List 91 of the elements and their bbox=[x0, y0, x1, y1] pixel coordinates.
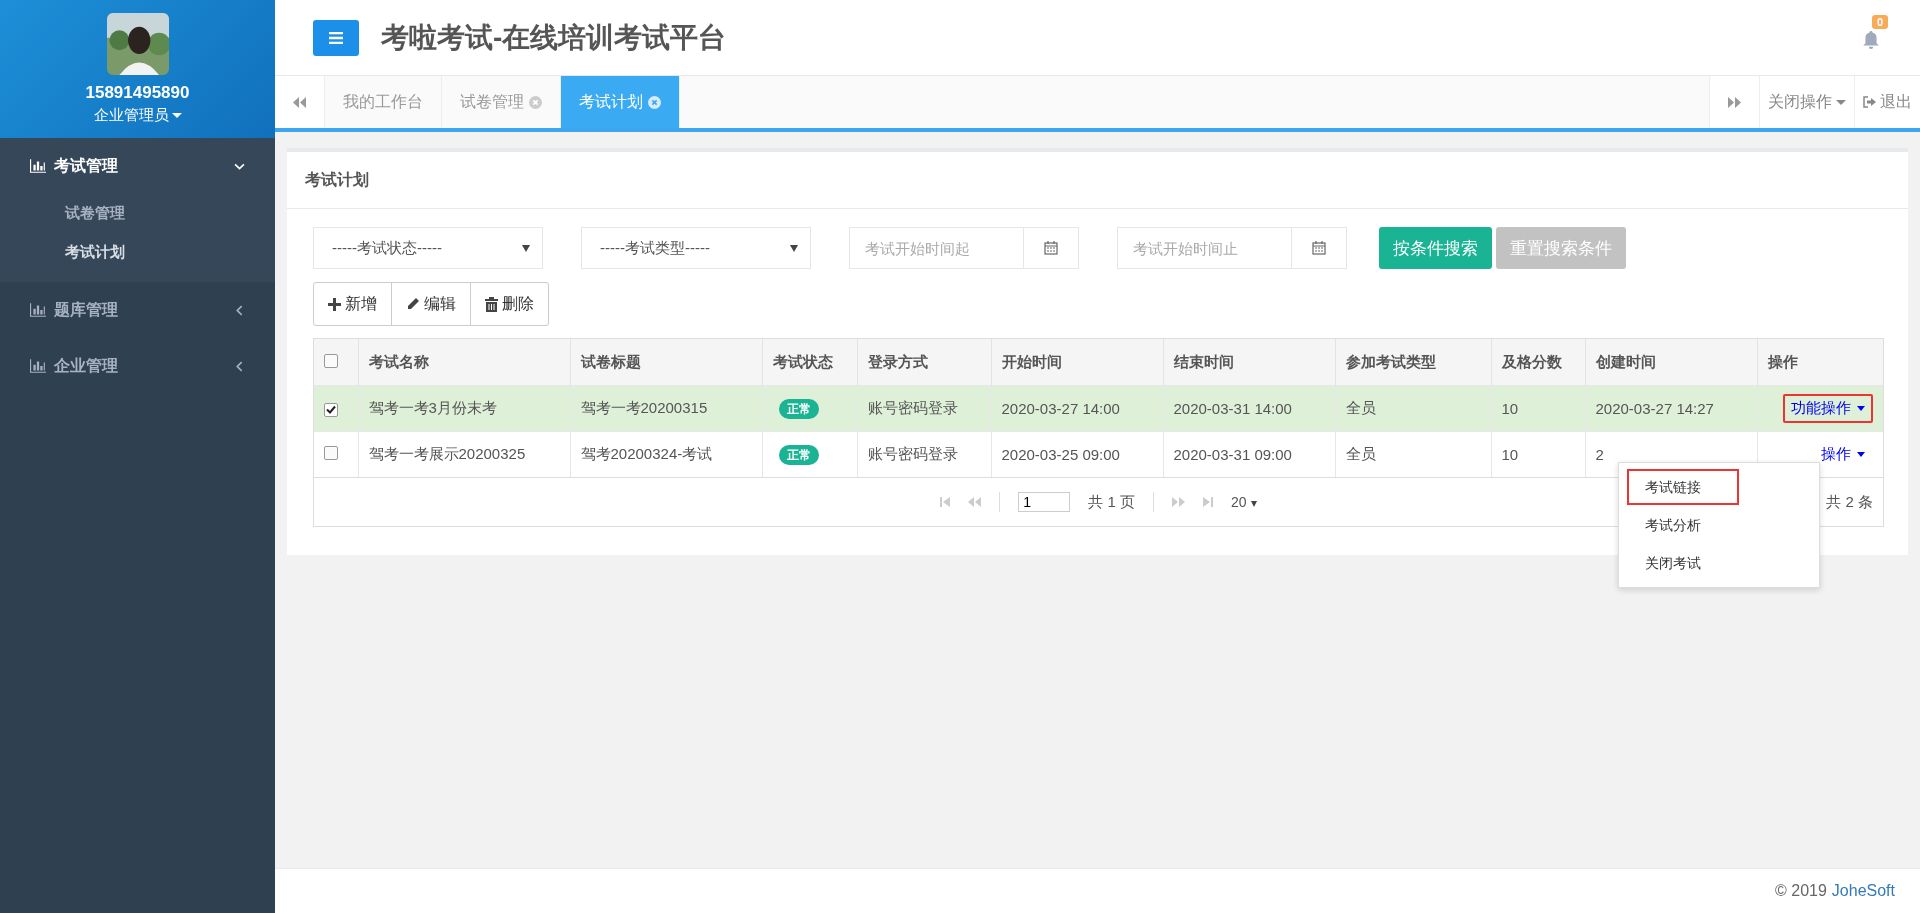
column-header: 操作 bbox=[1757, 339, 1883, 386]
menu-label: 题库管理 bbox=[54, 299, 119, 320]
select-field[interactable]: -----考试类型----- bbox=[581, 227, 811, 269]
table-cell: 2020-03-27 14:27 bbox=[1585, 385, 1757, 432]
table-cell: 驾考一考展示20200325 bbox=[358, 431, 570, 477]
double-left-icon bbox=[293, 96, 306, 108]
menu-item[interactable]: 考试分析 bbox=[1627, 507, 1811, 543]
column-header: 试卷标题 bbox=[570, 339, 762, 386]
trash-icon bbox=[485, 296, 498, 312]
bar-chart-icon bbox=[30, 159, 46, 173]
column-header: 开始时间 bbox=[991, 339, 1163, 386]
toolbar-button[interactable]: 删除 bbox=[471, 283, 548, 325]
date-field[interactable]: 考试开始时间起 bbox=[849, 227, 1023, 269]
calendar-button[interactable] bbox=[1023, 227, 1079, 269]
table-cell: 2020-03-25 09:00 bbox=[991, 431, 1163, 477]
bar-chart-icon bbox=[30, 303, 46, 317]
menu-item[interactable]: 考试管理 bbox=[0, 138, 275, 194]
page-size-select[interactable]: 20 bbox=[1231, 494, 1257, 510]
actions-dropdown[interactable]: 功能操作 bbox=[1783, 394, 1873, 423]
calendar-icon bbox=[1312, 241, 1326, 255]
close-icon[interactable] bbox=[648, 95, 661, 109]
close-tabs-dropdown[interactable]: 关闭操作 bbox=[1759, 76, 1854, 128]
toolbar-button[interactable]: 编辑 bbox=[392, 283, 471, 325]
copyright-text: © 2019 bbox=[1775, 882, 1827, 900]
submenu-item[interactable]: 试卷管理 bbox=[0, 194, 275, 233]
caret-icon bbox=[171, 113, 182, 118]
menu-label: 考试管理 bbox=[54, 155, 119, 176]
calendar-icon bbox=[1044, 241, 1058, 255]
table-cell: 账号密码登录 bbox=[857, 385, 991, 432]
close-icon[interactable] bbox=[529, 95, 542, 109]
menu-item[interactable]: 关闭考试 bbox=[1627, 545, 1811, 581]
calendar-button[interactable] bbox=[1291, 227, 1347, 269]
menu-label: 企业管理 bbox=[54, 355, 119, 376]
menu-icon bbox=[329, 31, 343, 44]
column-header: 登录方式 bbox=[857, 339, 991, 386]
column-header: 结束时间 bbox=[1163, 339, 1335, 386]
user-phone: 15891495890 bbox=[85, 83, 190, 103]
scroll-right-button[interactable] bbox=[1709, 76, 1759, 128]
table-cell: 驾考一考20200315 bbox=[570, 385, 762, 432]
table-cell: 驾考20200324-考试 bbox=[570, 431, 762, 477]
select-field[interactable]: -----考试状态----- bbox=[313, 227, 543, 269]
table-cell: 驾考一考3月份末考 bbox=[358, 385, 570, 432]
table-cell: 全员 bbox=[1335, 385, 1491, 432]
column-header: 创建时间 bbox=[1585, 339, 1757, 386]
logout-button[interactable]: 退出 bbox=[1854, 76, 1920, 128]
double-right-icon bbox=[1728, 96, 1741, 108]
page-input[interactable]: 1 bbox=[1018, 492, 1071, 512]
prev-page-icon[interactable] bbox=[968, 497, 982, 507]
company-link[interactable]: JoheSoft bbox=[1831, 882, 1895, 900]
column-header: 参加考试类型 bbox=[1335, 339, 1491, 386]
column-header: 考试名称 bbox=[358, 339, 570, 386]
scroll-left-button[interactable] bbox=[275, 76, 325, 128]
column-header: 及格分数 bbox=[1491, 339, 1585, 386]
page-count: 共 1 页 bbox=[1088, 492, 1136, 512]
table-cell: 2020-03-31 14:00 bbox=[1163, 385, 1335, 432]
bell-icon[interactable] bbox=[1862, 29, 1880, 50]
notification-count: 0 bbox=[1872, 14, 1889, 29]
next-page-icon[interactable] bbox=[1172, 497, 1186, 507]
table-cell: 全员 bbox=[1335, 431, 1491, 477]
column-header: 考试状态 bbox=[762, 339, 857, 386]
role-dropdown[interactable]: 企业管理员 bbox=[93, 106, 182, 125]
table-row[interactable]: 驾考一考3月份末考 驾考一考20200315 正常 账号密码登录 2020-03-27 14:00 2020-03-31 14:00 全员 10 2020-03-27 14:27 功能操作 bbox=[314, 385, 1883, 432]
caret-icon bbox=[522, 244, 530, 252]
menu-button[interactable] bbox=[313, 19, 359, 56]
caret-icon bbox=[1836, 99, 1846, 105]
checkbox[interactable] bbox=[324, 402, 338, 417]
date-field[interactable]: 考试开始时间止 bbox=[1117, 227, 1291, 269]
last-page-icon[interactable] bbox=[1203, 497, 1214, 507]
menu-item[interactable]: 考试链接 bbox=[1627, 469, 1739, 505]
checkbox[interactable] bbox=[324, 446, 338, 460]
total-count: 共 2 条 bbox=[1826, 492, 1873, 512]
status-badge: 正常 bbox=[778, 399, 819, 419]
menu-item[interactable]: 题库管理 bbox=[0, 282, 275, 338]
checkbox[interactable] bbox=[324, 353, 338, 368]
plus-icon bbox=[328, 297, 341, 311]
table-cell: 2020-03-31 09:00 bbox=[1163, 431, 1335, 477]
menu-item[interactable]: 企业管理 bbox=[0, 338, 275, 394]
table-cell: 账号密码登录 bbox=[857, 431, 991, 477]
sign-out-icon bbox=[1863, 96, 1876, 108]
submenu-item[interactable]: 考试计划 bbox=[0, 233, 275, 272]
table-cell: 10 bbox=[1491, 385, 1585, 432]
panel-title: 考试计划 bbox=[287, 152, 1908, 209]
table-cell: 2020-03-27 14:00 bbox=[991, 385, 1163, 432]
table-cell: 10 bbox=[1491, 431, 1585, 477]
caret-icon bbox=[790, 244, 798, 252]
toolbar-button[interactable]: 新增 bbox=[314, 283, 392, 325]
status-badge: 正常 bbox=[778, 445, 819, 465]
first-page-icon[interactable] bbox=[940, 497, 951, 507]
bar-chart-icon bbox=[30, 359, 46, 373]
app-title: 考啦考试-在线培训考试平台 bbox=[381, 20, 728, 55]
pencil-icon bbox=[406, 297, 420, 311]
